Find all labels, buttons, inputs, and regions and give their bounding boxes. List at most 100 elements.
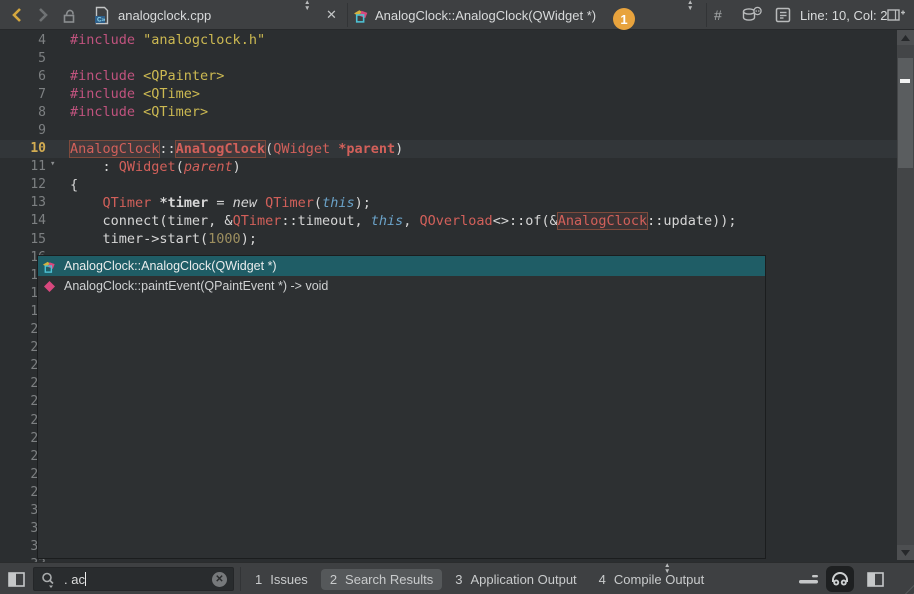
locator-value: . ac	[64, 572, 85, 587]
editor-toolbar: C» analogclock.cpp ▲ ▼ ✕ AnalogClock::An…	[0, 0, 914, 30]
code-line[interactable]: 7#include <QTime>	[0, 85, 897, 103]
toolbar-separator	[706, 3, 707, 27]
code-line[interactable]: 6 #include <QPainter>	[0, 67, 897, 85]
macro-button[interactable]	[741, 0, 763, 30]
toggle-right-sidebar-button[interactable]	[867, 563, 884, 594]
line-number[interactable]: 7	[0, 87, 46, 102]
locator-popup: AnalogClock::AnalogClock(QWidget *)Analo…	[37, 255, 766, 559]
pane-button-compile-output[interactable]: 4Compile Output	[590, 569, 714, 590]
locator-result-label: AnalogClock::AnalogClock(QWidget *)	[64, 259, 277, 273]
document-selector-spinner[interactable]: ▲ ▼	[304, 0, 310, 30]
code-line[interactable]: 10 AnalogClock::AnalogClock(QWidget *pare…	[0, 140, 897, 158]
left-panel-icon	[8, 572, 25, 587]
progress-details-button[interactable]	[826, 566, 854, 592]
code-text: : QWidget(parent)	[70, 159, 241, 175]
code-text: #include <QTimer>	[70, 104, 208, 120]
status-bar: . ac ✕ 1Issues2Search Results3Applicatio…	[0, 562, 914, 594]
toolbar-separator	[347, 3, 348, 27]
unlocked-padlock-icon	[61, 7, 78, 24]
text-caret	[85, 572, 86, 586]
svg-text:C»: C»	[97, 16, 106, 23]
locator-result-item[interactable]: AnalogClock::AnalogClock(QWidget *)	[38, 256, 765, 276]
code-text: {	[70, 177, 78, 193]
caret-down-icon: ▼	[664, 569, 670, 574]
line-number[interactable]: 9	[0, 123, 46, 138]
locator-result-label: AnalogClock::paintEvent(QPaintEvent *) -…	[64, 279, 328, 293]
pane-button-application-output[interactable]: 3Application Output	[446, 569, 585, 590]
pane-selector-spinner[interactable]: ▲ ▼	[664, 563, 670, 594]
chevron-right-icon	[36, 7, 50, 23]
toggle-left-sidebar-button[interactable]	[8, 563, 25, 594]
split-icon	[887, 7, 905, 23]
symbol-selector[interactable]: AnalogClock::AnalogClock(QWidget *)	[375, 0, 596, 30]
diamond-icon	[42, 279, 57, 294]
scroll-down-button[interactable]	[897, 545, 914, 560]
code-text: #include "analogclock.h"	[70, 32, 265, 48]
code-line[interactable]: 12 {	[0, 176, 897, 194]
line-number[interactable]: 10	[0, 141, 46, 156]
back-button[interactable]	[10, 0, 24, 30]
line-number[interactable]: 6	[0, 69, 46, 84]
preprocessor-button[interactable]: #	[714, 0, 722, 30]
output-pane-buttons: 1Issues2Search Results3Application Outpu…	[246, 563, 713, 594]
macro-icon	[741, 6, 763, 24]
code-text: #include <QPainter>	[70, 68, 224, 84]
line-number[interactable]: 4	[0, 33, 46, 48]
scroll-up-button[interactable]	[897, 30, 914, 45]
locator-result-item[interactable]: AnalogClock::paintEvent(QPaintEvent *) -…	[38, 276, 765, 296]
hash-icon: #	[714, 7, 722, 23]
fold-marker-icon[interactable]: ▾	[50, 159, 55, 169]
scrollbar-position-marker	[900, 79, 910, 83]
editor-scrollbar[interactable]	[897, 30, 914, 560]
code-text: AnalogClock::AnalogClock(QWidget *parent…	[70, 141, 403, 157]
line-number[interactable]: 15	[0, 232, 46, 247]
code-line[interactable]: 13 QTimer *timer = new QTimer(this);	[0, 194, 897, 212]
caret-down-icon: ▼	[687, 6, 693, 11]
split-editor-button[interactable]	[887, 0, 905, 30]
clear-locator-button[interactable]: ✕	[212, 572, 227, 587]
code-line[interactable]: 15 timer->start(1000);	[0, 230, 897, 248]
hide-bottom-pane-button[interactable]	[799, 563, 819, 594]
line-number[interactable]: 11	[0, 159, 46, 174]
code-line[interactable]: 11 ▾ : QWidget(parent)	[0, 158, 897, 176]
code-text: timer->start(1000);	[70, 231, 257, 247]
lock-button[interactable]	[61, 0, 78, 30]
pane-button-issues[interactable]: 1Issues	[246, 569, 317, 590]
symbol-method-icon	[42, 259, 57, 274]
pane-number: 4	[599, 572, 606, 587]
pane-button-search-results[interactable]: 2Search Results	[321, 569, 442, 590]
statusbar-separator	[240, 567, 241, 591]
line-number[interactable]: 14	[0, 213, 46, 228]
window-resize-grip[interactable]	[896, 576, 914, 594]
search-icon	[40, 571, 57, 588]
code-line[interactable]: 9	[0, 121, 897, 139]
triangle-down-icon	[901, 550, 910, 556]
close-document-button[interactable]: ✕	[326, 0, 337, 30]
goggles-icon	[831, 572, 849, 587]
caret-down-icon: ▼	[304, 6, 310, 11]
file-properties-button[interactable]	[775, 0, 791, 30]
progress-badge: 1	[613, 8, 635, 30]
symbol-selector-spinner[interactable]: ▲ ▼	[687, 0, 693, 30]
line-number[interactable]: 12	[0, 177, 46, 192]
line-number[interactable]: 5	[0, 51, 46, 66]
pane-label: Issues	[270, 572, 308, 587]
right-panel-icon	[867, 572, 884, 587]
code-line[interactable]: 14 connect(timer, &QTimer::timeout, this…	[0, 212, 897, 230]
line-number[interactable]: 13	[0, 195, 46, 210]
chevron-left-icon	[10, 7, 24, 23]
symbol-selector-label: AnalogClock::AnalogClock(QWidget *)	[375, 8, 596, 23]
document-title: analogclock.cpp	[118, 8, 211, 23]
close-icon: ✕	[326, 7, 337, 23]
code-line[interactable]: 8 #include <QTimer>	[0, 103, 897, 121]
cpp-file-icon: C»	[94, 0, 110, 30]
pane-number: 2	[330, 572, 337, 587]
code-line[interactable]: 4 #include "analogclock.h"	[0, 31, 897, 49]
code-editor[interactable]: 4 #include "analogclock.h" 5 6 #include <QPa…	[0, 30, 914, 562]
scrollbar-thumb[interactable]	[898, 58, 913, 168]
code-line[interactable]: 5	[0, 49, 897, 67]
open-document-selector[interactable]: analogclock.cpp	[118, 0, 211, 30]
line-number[interactable]: 8	[0, 105, 46, 120]
forward-button[interactable]	[36, 0, 50, 30]
locator-input[interactable]: . ac ✕	[33, 567, 234, 591]
